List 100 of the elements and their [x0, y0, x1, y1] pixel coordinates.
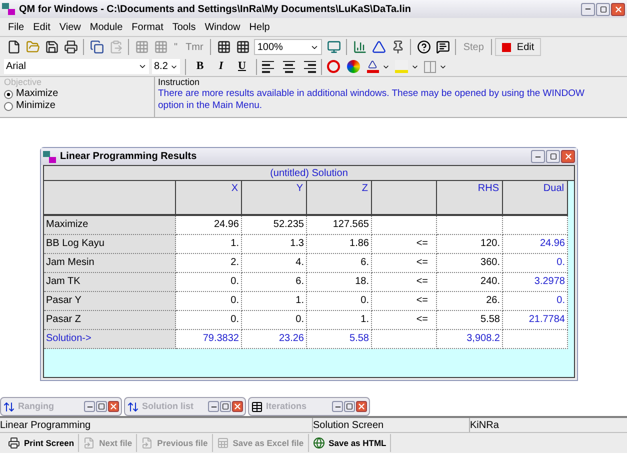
minimize-button[interactable] [84, 401, 95, 412]
instruction-text: There are more results available in additional windows. These may be opened by using the WINDOW option in the Main Menu. [158, 88, 586, 112]
table-cell: 21.7784 [503, 311, 568, 330]
table-cell: 360. [437, 254, 503, 273]
maximize-button[interactable] [344, 401, 355, 412]
zero-icon[interactable] [327, 60, 340, 73]
table-cell: 0. [503, 254, 568, 273]
column-header: Y [242, 181, 307, 216]
menu-item[interactable]: Module [86, 20, 127, 34]
edit-button[interactable]: Edit [494, 38, 542, 56]
font-color-icon[interactable] [367, 60, 379, 73]
table-caption: (untitled) Solution [44, 166, 574, 181]
group-label: Objective [4, 77, 43, 88]
table-cell: <= [372, 235, 437, 254]
maximize-button[interactable] [546, 150, 560, 163]
arrows-icon [3, 400, 15, 412]
maximize-icon [600, 6, 606, 12]
row-label: Pasar Y [44, 292, 176, 311]
color-wheel-icon[interactable] [347, 60, 360, 73]
table-cell [503, 216, 568, 235]
window-title: Ranging [18, 400, 55, 413]
maximize-button[interactable] [96, 401, 107, 412]
table-cell: 1. [176, 235, 242, 254]
radio-label[interactable]: Maximize [16, 88, 58, 100]
underline-button[interactable]: U [233, 58, 251, 75]
table-cell: 4. [242, 254, 307, 273]
document-icon [141, 437, 154, 449]
minimize-button[interactable] [531, 150, 545, 163]
app-icon [43, 150, 56, 162]
close-icon [233, 402, 242, 411]
table-cell: 1.3 [242, 235, 307, 254]
bold-button[interactable]: B [191, 58, 209, 75]
toolbar-button[interactable]: Save as HTML [308, 434, 392, 452]
table-cell [372, 216, 437, 235]
table-cell: 24.96 [176, 216, 242, 235]
maximize-button[interactable] [596, 2, 610, 16]
close-button[interactable] [108, 401, 119, 412]
maximize-icon [346, 403, 353, 410]
table-cell: 1. [242, 292, 307, 311]
table-cell: 26. [437, 292, 503, 311]
maximize-icon [550, 153, 556, 160]
maximize-icon [222, 403, 229, 410]
row-label: Jam Mesin [44, 254, 176, 273]
close-button[interactable] [232, 401, 243, 412]
menu-item[interactable]: View [55, 20, 85, 34]
window-title: Solution list [142, 400, 194, 413]
table-cell: 5.58 [437, 311, 503, 330]
menu-item[interactable]: Edit [29, 20, 54, 34]
table-cell: 240. [437, 273, 503, 292]
menu-item[interactable]: Window [200, 20, 244, 34]
table-cell: 0. [176, 292, 242, 311]
row-label: Pasar Z [44, 311, 176, 330]
column-header: RHS [437, 181, 503, 216]
table-cell: 3.2978 [503, 273, 568, 292]
table-cell: 0. [503, 292, 568, 311]
radio-button[interactable] [4, 102, 13, 110]
align-center-icon[interactable] [281, 60, 297, 72]
table-cell: 0. [176, 273, 242, 292]
table-cell: 24.96 [503, 235, 568, 254]
italic-button[interactable]: I [212, 58, 230, 75]
close-icon [109, 402, 118, 411]
minimize-button[interactable] [332, 401, 343, 412]
spreadsheet-icon [216, 437, 229, 449]
table-cell: <= [372, 273, 437, 292]
fill-color-icon[interactable] [395, 60, 408, 73]
minimize-button[interactable] [208, 401, 219, 412]
table-cell: 2. [176, 254, 242, 273]
close-icon [614, 4, 622, 14]
close-button[interactable] [561, 150, 575, 163]
menu-item[interactable]: Format [128, 20, 168, 34]
column-header [372, 181, 437, 216]
font-dropdown[interactable]: Arial [4, 59, 149, 74]
radio-button[interactable] [4, 90, 13, 98]
minimize-button[interactable] [581, 2, 595, 16]
printer-icon [8, 437, 20, 449]
column-header: Dual [503, 181, 568, 216]
row-label: Solution-> [44, 330, 176, 349]
table-cell: <= [372, 292, 437, 311]
table-cell: 1.86 [307, 235, 372, 254]
window-title: QM for Windows - C:\Documents and Settings\InRa\My Documents\LuKaS\DaTa.lin [19, 2, 412, 16]
maximize-button[interactable] [220, 401, 231, 412]
status-text: KiNRa [470, 419, 500, 432]
close-button[interactable] [356, 401, 367, 412]
row-label: Maximize [44, 216, 176, 235]
close-button[interactable] [611, 2, 625, 16]
zoom-dropdown[interactable]: 100% [254, 39, 322, 55]
menu-item[interactable]: Help [245, 20, 274, 34]
close-icon [357, 402, 366, 411]
table-cell: 127.565 [307, 216, 372, 235]
menu-item[interactable]: File [4, 20, 28, 34]
table-cell: 0. [242, 311, 307, 330]
table-cell [437, 216, 503, 235]
menu-item[interactable]: Tools [168, 20, 200, 34]
toolbar-button[interactable]: Print Screen [4, 434, 80, 452]
app-icon [2, 3, 15, 15]
window-title: Iterations [266, 400, 308, 413]
radio-label[interactable]: Minimize [16, 100, 56, 112]
font-size-dropdown[interactable]: 8.2 [152, 59, 180, 74]
stop-icon [502, 42, 511, 52]
document-icon [83, 437, 96, 449]
